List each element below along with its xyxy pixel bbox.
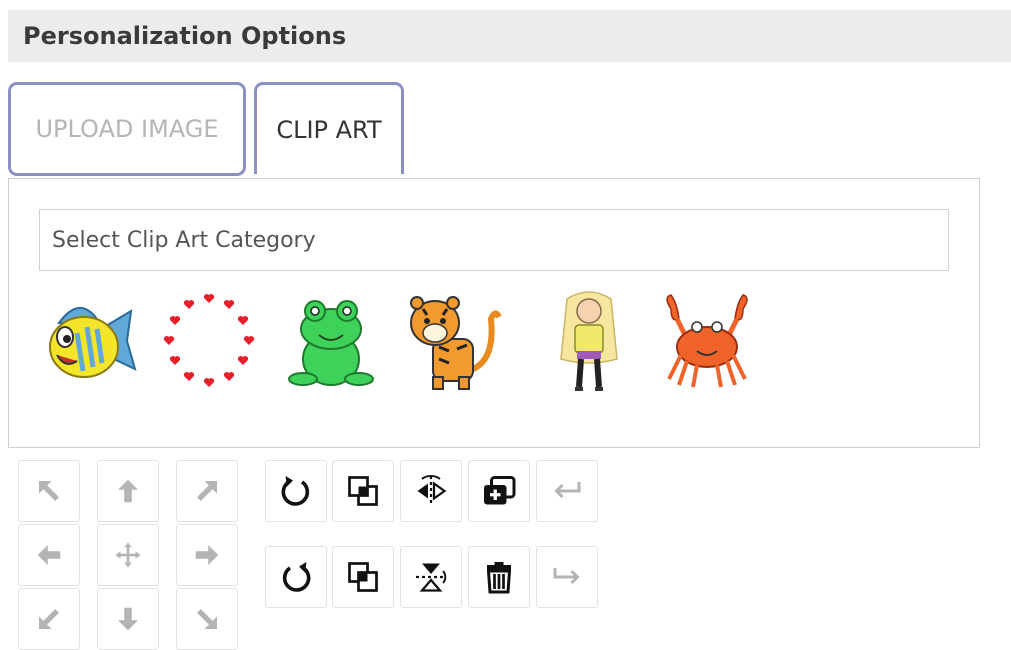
- move-up-button[interactable]: [97, 460, 159, 522]
- move-down-left-button[interactable]: [18, 588, 80, 650]
- bring-to-front-button[interactable]: [332, 460, 394, 522]
- flip-horizontal-icon: [417, 474, 447, 506]
- delete-button[interactable]: [468, 546, 530, 608]
- move-up-left-button[interactable]: [18, 460, 80, 522]
- rotate-counterclockwise-icon: [282, 562, 311, 592]
- tab-upload-image[interactable]: UPLOAD IMAGE: [8, 82, 246, 176]
- rotate-clockwise-button[interactable]: [265, 460, 327, 522]
- move-down-right-icon: [197, 609, 217, 629]
- flip-horizontal-button[interactable]: [400, 460, 462, 522]
- duplicate-icon: [484, 476, 516, 505]
- clipart-frog[interactable]: [281, 289, 381, 399]
- move-down-icon: [118, 607, 138, 631]
- move-up-icon: [118, 479, 138, 503]
- heart-wreath-icon: [163, 294, 255, 387]
- clip-art-category-select[interactable]: Select Clip Art Category: [39, 209, 949, 271]
- duplicate-button[interactable]: [468, 460, 530, 522]
- tiger-icon: [410, 296, 502, 390]
- move-center-icon: [115, 542, 141, 568]
- move-right-icon: [195, 545, 219, 565]
- move-down-left-icon: [39, 609, 59, 629]
- move-right-button[interactable]: [176, 524, 238, 586]
- bring-to-front-icon: [348, 476, 378, 506]
- flip-vertical-button[interactable]: [400, 546, 462, 608]
- clipart-tiger[interactable]: [403, 289, 503, 399]
- rotate-clockwise-icon: [281, 476, 310, 506]
- clipart-crab[interactable]: [657, 289, 757, 399]
- clip-art-panel: Select Clip Art Category: [8, 178, 980, 448]
- move-up-right-icon: [197, 481, 217, 501]
- girl-icon: [560, 291, 618, 391]
- send-to-back-icon: [348, 562, 378, 592]
- redo-button[interactable]: [536, 546, 598, 608]
- undo-icon: [554, 482, 581, 499]
- undo-button[interactable]: [536, 460, 598, 522]
- move-center-button[interactable]: [97, 524, 159, 586]
- redo-icon: [553, 568, 580, 585]
- tab-clip-art[interactable]: CLIP ART: [254, 82, 404, 174]
- move-left-button[interactable]: [18, 524, 80, 586]
- send-to-back-button[interactable]: [332, 546, 394, 608]
- section-title: Personalization Options: [23, 22, 347, 50]
- clipart-girl[interactable]: [539, 289, 639, 399]
- section-header: Personalization Options: [8, 10, 1011, 62]
- clipart-fish[interactable]: [39, 289, 139, 399]
- move-up-right-button[interactable]: [176, 460, 238, 522]
- move-down-right-button[interactable]: [176, 588, 238, 650]
- rotate-counterclockwise-button[interactable]: [265, 546, 327, 608]
- trash-icon: [486, 562, 512, 594]
- move-left-icon: [37, 545, 61, 565]
- flip-vertical-icon: [416, 563, 447, 592]
- fish-icon: [49, 307, 137, 378]
- move-up-left-icon: [39, 481, 59, 501]
- move-down-button[interactable]: [97, 588, 159, 650]
- frog-icon: [288, 300, 374, 386]
- clipart-heart-wreath[interactable]: [159, 289, 259, 399]
- crab-icon: [666, 294, 748, 388]
